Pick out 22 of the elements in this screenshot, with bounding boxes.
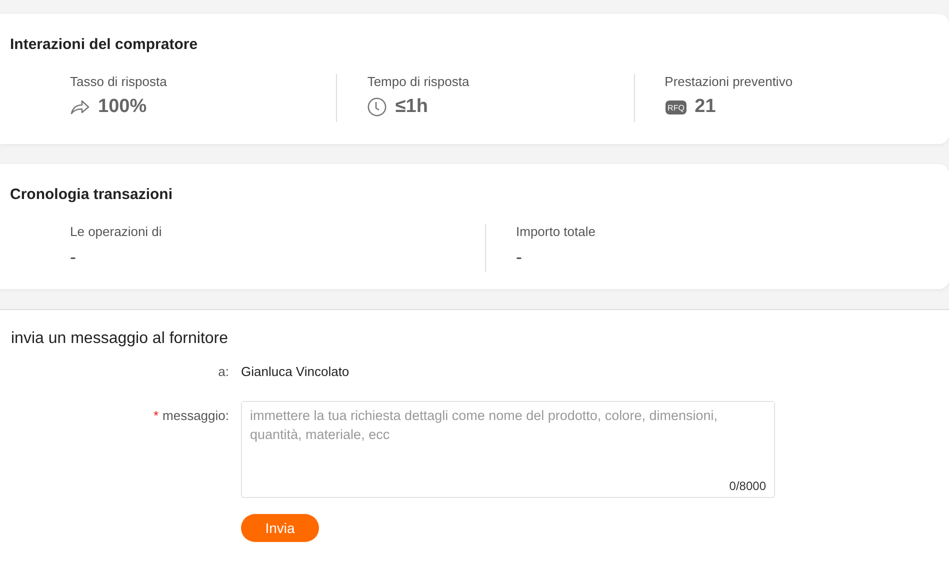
clock-icon: [367, 97, 388, 117]
stat-label: Tempo di risposta: [367, 74, 470, 90]
field-label: a:: [218, 364, 229, 379]
stat-label: Prestazioni preventivo: [664, 74, 794, 90]
character-counter: 0/8000: [729, 479, 766, 493]
stat-label: Tasso di risposta: [70, 74, 168, 90]
stat-value: -: [70, 246, 76, 268]
share-icon: [70, 99, 90, 115]
stat-value: ≤1h: [395, 96, 428, 118]
stat-value: 100%: [98, 96, 147, 118]
recipient-name: Gianluca Vincolato: [241, 364, 350, 379]
stat-value: -: [516, 246, 522, 268]
required-mark: *: [153, 408, 159, 423]
field-label: messaggio:: [162, 408, 229, 423]
stat-label: Importo totale: [516, 224, 596, 240]
message-field[interactable]: immettere la tua richiesta dettagli come nome del prodotto, colore, dimensioni, quantità, materiale, ecc 0/8000: [241, 401, 775, 498]
section-title: Interazioni del compratore: [10, 36, 199, 54]
form-title: invia un messaggio al fornitore: [11, 330, 230, 348]
rfq-icon: RFQ: [664, 100, 687, 114]
section-title: Cronologia transazioni: [10, 186, 174, 204]
stat-label: Le operazioni di: [70, 224, 163, 240]
stat-value: 21: [694, 96, 716, 118]
